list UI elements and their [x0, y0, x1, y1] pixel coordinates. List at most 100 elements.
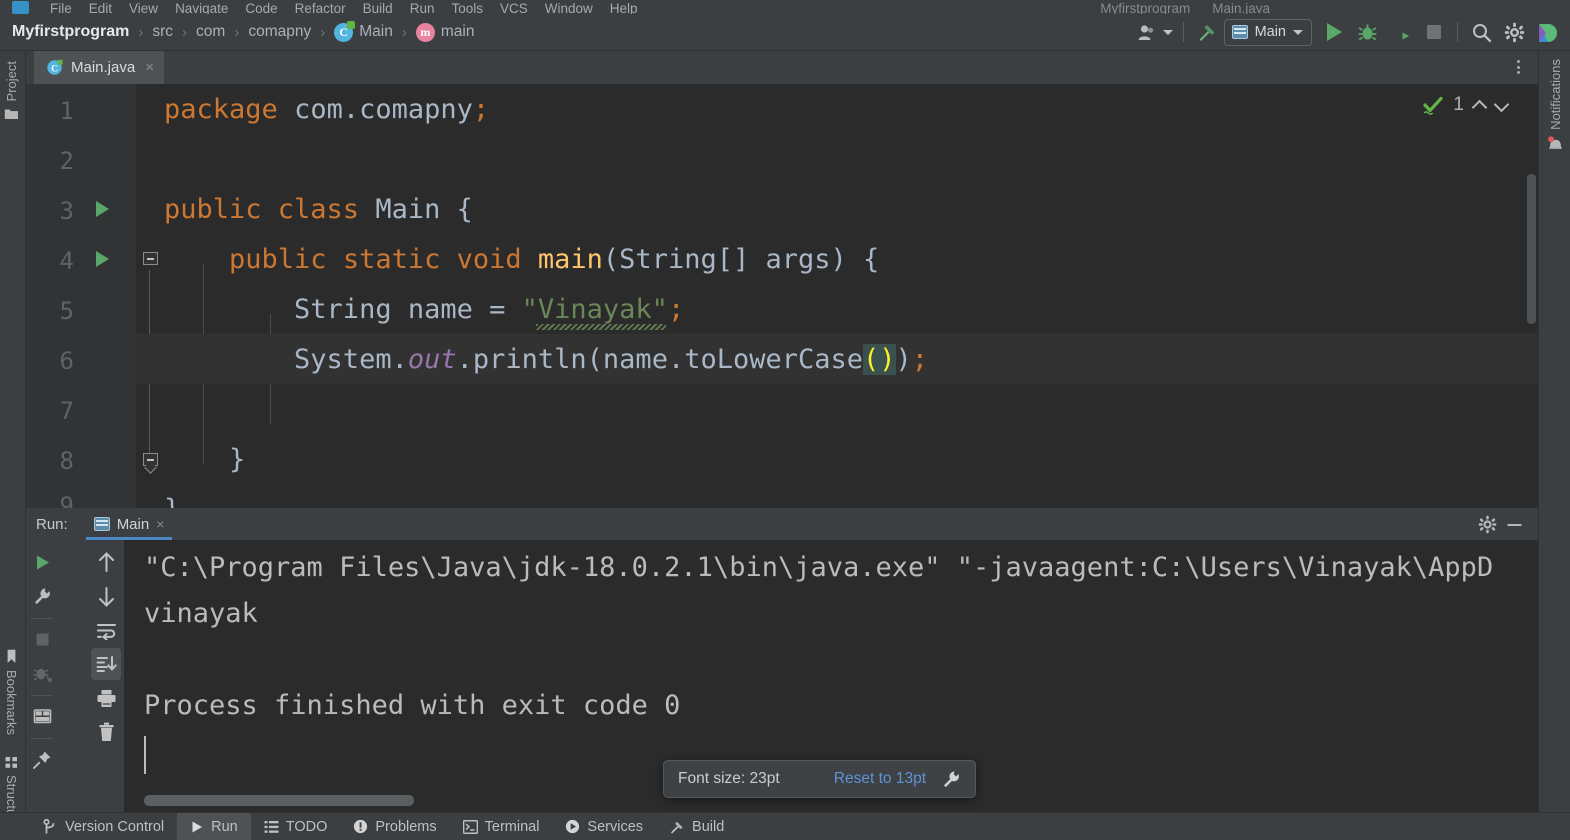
menu-item-file[interactable]: File [50, 2, 72, 14]
account-icon[interactable] [1136, 17, 1176, 47]
clear-all-icon[interactable] [91, 716, 121, 748]
token-keyword: package [164, 93, 278, 125]
sidebar-item-project[interactable]: Project [4, 61, 19, 120]
menu-item-code[interactable]: Code [245, 2, 277, 14]
status-item-services[interactable]: Services [552, 813, 656, 840]
code-line[interactable] [136, 134, 1538, 184]
breadcrumb-separator: › [182, 23, 188, 41]
menu-item-window[interactable]: Window [545, 2, 593, 14]
breadcrumb: Myfirstprogram › src › com › comapny › C… [12, 20, 474, 42]
stop-button[interactable] [27, 623, 57, 655]
code-line[interactable]: public class Main { [136, 184, 1538, 234]
print-icon[interactable] [91, 682, 121, 714]
token-params: (String[] args) { [602, 243, 880, 275]
code-line[interactable]: String name = "Vinayak"; [136, 284, 1538, 334]
code-line[interactable]: public static void main (String[] args) { [136, 234, 1538, 284]
previous-highlight-icon[interactable] [1473, 99, 1486, 112]
debug-button[interactable] [1351, 17, 1384, 47]
status-item-terminal[interactable]: Terminal [450, 813, 553, 840]
wrench-icon[interactable] [942, 770, 961, 789]
token-matched-brackets: () [863, 343, 896, 375]
editor-vertical-scrollbar[interactable] [1527, 174, 1536, 324]
branch-icon [43, 818, 55, 833]
breadcrumb-item-com[interactable]: com [196, 23, 225, 41]
editor-tab-main-java[interactable]: C Main.java × [34, 51, 164, 84]
status-item-problems[interactable]: Problems [340, 813, 449, 840]
code-line[interactable] [136, 384, 1538, 434]
breadcrumb-label: Main [359, 23, 393, 40]
run-tab-label: Main [116, 515, 150, 533]
run-tab-main[interactable]: Main × [85, 508, 173, 540]
build-hammer-icon [671, 821, 683, 833]
status-item-run[interactable]: Run [177, 812, 251, 840]
settings-gear-icon[interactable] [1498, 17, 1531, 47]
settings-gear-icon[interactable] [1478, 515, 1497, 534]
window-title: Myfirstprogram Main.java [1100, 2, 1270, 14]
breadcrumb-item-project[interactable]: Myfirstprogram [12, 23, 129, 41]
line-number: 3 [59, 197, 74, 225]
scroll-to-end-icon[interactable] [91, 648, 121, 680]
editor-gutter[interactable]: 1 2 3 4 5 6 7 8 9 [26, 84, 136, 508]
token-semicolon: ; [911, 343, 929, 375]
search-everywhere-icon[interactable] [1465, 17, 1498, 47]
breadcrumb-item-main-method[interactable]: m main [415, 22, 474, 42]
debug-dump-icon[interactable] [27, 657, 57, 689]
run-button[interactable] [1318, 17, 1351, 47]
close-icon[interactable]: × [145, 59, 154, 76]
menu-item-refactor[interactable]: Refactor [295, 2, 346, 14]
status-item-todo[interactable]: TODO [251, 813, 341, 840]
gutter-run-class-button[interactable] [96, 201, 109, 217]
soft-wrap-icon[interactable] [91, 614, 121, 646]
breadcrumb-item-main-class[interactable]: C Main [334, 20, 393, 42]
token-classname: Main [375, 193, 457, 225]
token-call: .println(name.toLowerCase [456, 343, 864, 375]
inspection-widget[interactable]: 1 [1422, 94, 1508, 116]
console-line: "C:\Program Files\Java\jdk-18.0.2.1\bin\… [144, 552, 1494, 583]
scroll-down-icon[interactable] [91, 580, 121, 612]
build-hammer-icon[interactable] [1191, 17, 1224, 47]
sidebar-item-notifications[interactable]: Notifications [1547, 59, 1564, 153]
scrollbar-thumb[interactable] [144, 795, 414, 806]
code-editor[interactable]: 1 2 3 4 5 6 7 8 9 package com.comapny; p… [26, 84, 1538, 508]
hide-icon[interactable] [1505, 515, 1524, 534]
run-configuration-selector[interactable]: Main [1223, 18, 1312, 46]
menu-item-navigate[interactable]: Navigate [175, 2, 228, 14]
console-caret [144, 736, 146, 774]
run-config-icon [1231, 25, 1248, 39]
status-item-version-control[interactable]: Version Control [30, 813, 177, 840]
wrench-settings-icon[interactable] [27, 580, 57, 612]
gutter-run-method-button[interactable] [96, 251, 109, 267]
ide-updates-icon[interactable] [1531, 17, 1564, 47]
layout-icon[interactable] [27, 700, 57, 732]
menu-item-help[interactable]: Help [610, 2, 638, 14]
sidebar-label: Project [4, 61, 19, 102]
code-line-current[interactable]: System. out .println(name.toLowerCase()); [136, 334, 1538, 384]
breadcrumb-item-src[interactable]: src [152, 23, 173, 41]
stop-button[interactable] [1417, 17, 1450, 47]
status-item-label: Run [211, 818, 238, 835]
menu-item-edit[interactable]: Edit [89, 2, 112, 14]
next-highlight-icon[interactable] [1495, 99, 1508, 112]
code-line[interactable]: } [136, 484, 1538, 509]
run-window-header-actions [1478, 515, 1538, 534]
code-line[interactable]: package com.comapny; [136, 84, 1538, 134]
breadcrumb-item-comapny[interactable]: comapny [248, 23, 311, 41]
sidebar-item-bookmarks[interactable]: Bookmarks [4, 649, 19, 735]
reset-font-size-link[interactable]: Reset to 13pt [834, 770, 926, 788]
code-content[interactable]: package com.comapny; public class Main {… [136, 84, 1538, 508]
menu-item-tools[interactable]: Tools [451, 2, 483, 14]
close-icon[interactable]: × [156, 516, 164, 532]
run-with-coverage-button[interactable] [1384, 17, 1417, 47]
editor-options-icon[interactable] [1508, 57, 1528, 77]
toolbar-actions: Main [1136, 17, 1570, 47]
rerun-button[interactable] [27, 546, 57, 578]
menu-item-vcs[interactable]: VCS [500, 2, 528, 14]
menu-item-build[interactable]: Build [363, 2, 393, 14]
menu-item-view[interactable]: View [129, 2, 158, 14]
scroll-up-icon[interactable] [91, 546, 121, 578]
inspection-ok-icon [1423, 96, 1444, 115]
code-line[interactable]: } [136, 434, 1538, 484]
status-item-build[interactable]: Build [656, 813, 737, 840]
menu-item-run[interactable]: Run [410, 2, 435, 14]
pin-icon[interactable] [27, 743, 57, 775]
